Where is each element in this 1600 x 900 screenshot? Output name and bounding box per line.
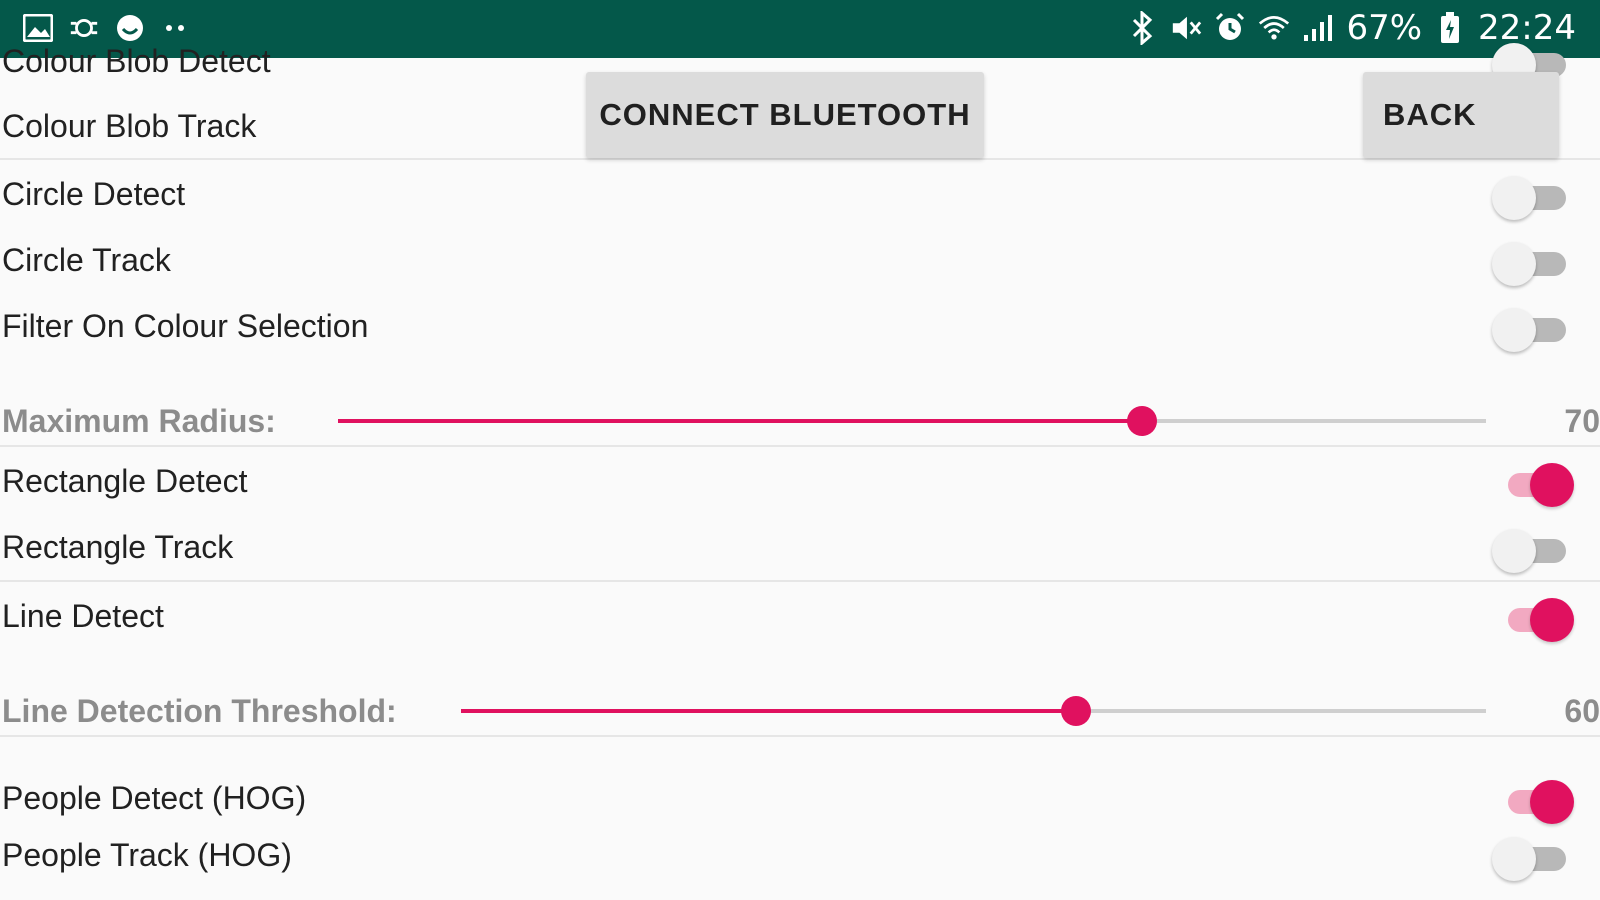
setting-row-circle-detect: Circle Detect: [0, 161, 1600, 227]
divider: [0, 735, 1600, 737]
toggle-people-detect[interactable]: [1492, 780, 1574, 824]
setting-label: Rectangle Track: [2, 529, 234, 565]
toggle-circle-detect[interactable]: [1492, 176, 1572, 220]
back-button[interactable]: BACK: [1363, 72, 1559, 158]
setting-label: Filter On Colour Selection: [2, 308, 369, 344]
setting-row-people-track: People Track (HOG): [0, 822, 1600, 888]
setting-label: Colour Blob Track: [2, 108, 257, 144]
setting-row-filter-on-colour: Filter On Colour Selection: [0, 293, 1600, 359]
setting-label: Colour Blob Detect: [2, 43, 271, 79]
line-threshold-value: 60: [1564, 693, 1600, 729]
max-radius-value: 70: [1564, 403, 1600, 439]
toggle-circle-track[interactable]: [1492, 242, 1572, 286]
setting-label: People Track (HOG): [2, 837, 292, 873]
toggle-rectangle-track[interactable]: [1492, 529, 1572, 573]
toggle-people-track[interactable]: [1492, 837, 1572, 881]
toggle-line-detect[interactable]: [1492, 598, 1574, 642]
slider-fill: [338, 419, 1142, 423]
slider-thumb[interactable]: [1061, 696, 1091, 726]
line-threshold-label: Line Detection Threshold:: [2, 693, 397, 729]
setting-label: Rectangle Detect: [2, 463, 248, 499]
setting-label: Circle Detect: [2, 176, 186, 212]
line-threshold-slider[interactable]: [461, 696, 1486, 726]
divider: [0, 445, 1600, 447]
setting-row-rectangle-detect: Rectangle Detect: [0, 448, 1600, 514]
setting-row-circle-track: Circle Track: [0, 227, 1600, 293]
connect-bluetooth-button[interactable]: CONNECT BLUETOOTH: [586, 72, 984, 158]
toggle-rectangle-detect[interactable]: [1492, 463, 1574, 507]
slider-fill: [461, 709, 1076, 713]
toggle-filter-on-colour[interactable]: [1492, 308, 1572, 352]
setting-row-line-detect: Line Detect: [0, 583, 1600, 649]
slider-thumb[interactable]: [1126, 406, 1157, 436]
setting-label: People Detect (HOG): [2, 780, 307, 816]
divider: [0, 158, 1600, 160]
max-radius-label: Maximum Radius:: [2, 403, 276, 439]
setting-row-rectangle-track: Rectangle Track: [0, 514, 1600, 580]
setting-label: Circle Track: [2, 242, 171, 278]
setting-label: Line Detect: [2, 598, 164, 634]
max-radius-slider[interactable]: [338, 406, 1486, 436]
divider: [0, 580, 1600, 582]
